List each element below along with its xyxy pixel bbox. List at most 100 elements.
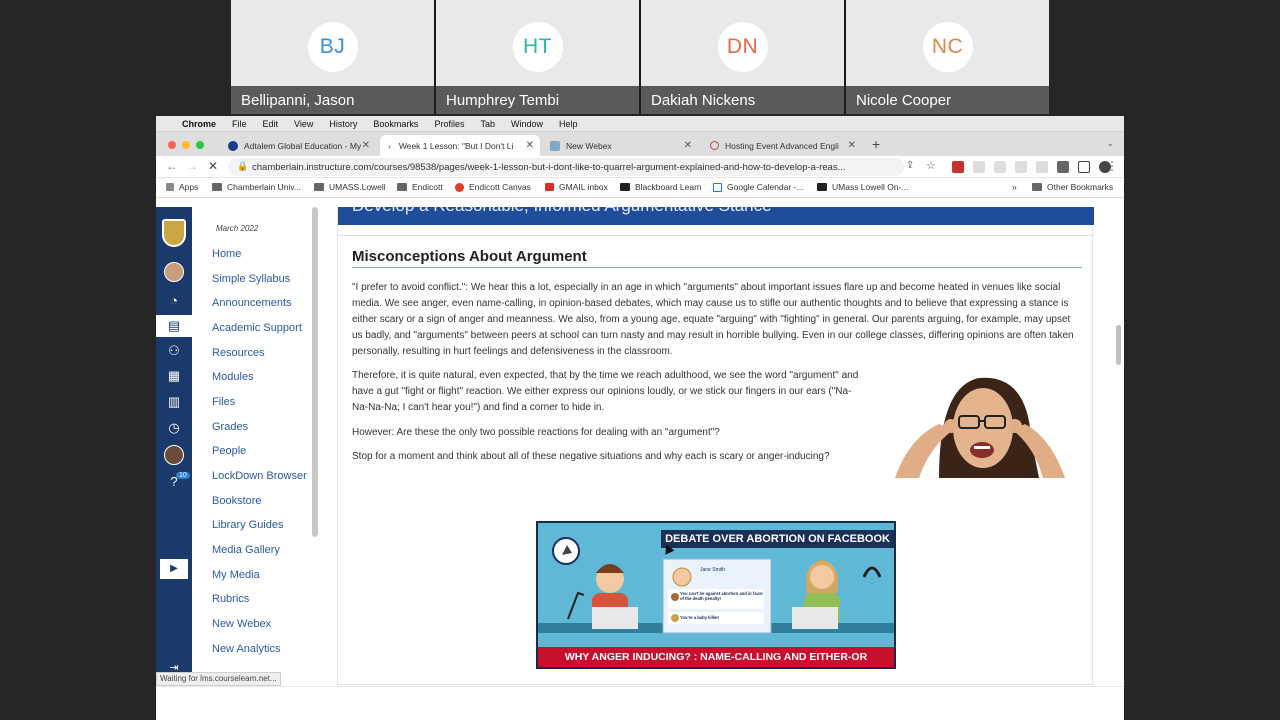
close-icon[interactable]: ✕ <box>526 140 534 151</box>
tab-adtalem[interactable]: Adtalem Global Education - My ✕ <box>220 135 376 156</box>
back-icon[interactable]: ← <box>166 159 178 173</box>
address-bar[interactable]: 🔒 chamberlain.instructure.com/courses/98… <box>228 158 904 176</box>
star-icon[interactable]: ☆ <box>926 159 936 172</box>
tab-search-chevron-icon[interactable]: ⌄ <box>1106 138 1114 149</box>
bookmarks-overflow-button[interactable]: » <box>1012 182 1017 192</box>
courses-icon[interactable]: ▤ <box>165 317 183 335</box>
history-clock-icon[interactable]: ◷ <box>165 419 183 437</box>
folder-icon <box>212 183 222 191</box>
course-nav-new-analytics[interactable]: New Analytics <box>212 643 280 655</box>
infographic-caption: WHY ANGER INDUCING? : NAME-CALLING AND E… <box>538 647 894 667</box>
forward-icon[interactable]: → <box>186 159 198 173</box>
share-icon[interactable]: ⇪ <box>906 160 914 171</box>
course-nav-media-gallery[interactable]: Media Gallery <box>212 544 280 556</box>
extension-icon[interactable] <box>973 161 985 173</box>
course-nav-home[interactable]: Home <box>212 248 241 260</box>
course-nav-scrollbar[interactable] <box>312 207 318 537</box>
menu-window[interactable]: Window <box>511 119 543 129</box>
canvas-logo-icon <box>455 182 464 192</box>
play-icon[interactable]: ▶ <box>160 559 188 579</box>
menu-history[interactable]: History <box>329 119 357 129</box>
menu-view[interactable]: View <box>294 119 313 129</box>
menu-edit[interactable]: Edit <box>263 119 279 129</box>
mac-menu-bar: Chrome File Edit View History Bookmarks … <box>156 116 1124 132</box>
banner-title: Develop a Reasonable, Informed Argumenta… <box>352 207 772 216</box>
new-tab-button[interactable]: + <box>872 136 880 152</box>
calendar-icon <box>713 182 722 192</box>
adtalem-favicon-icon <box>228 140 238 151</box>
course-nav-lockdown-browser[interactable]: LockDown Browser <box>212 470 307 482</box>
course-nav-rubrics[interactable]: Rubrics <box>212 593 249 605</box>
close-icon[interactable]: ✕ <box>684 140 692 151</box>
extension-icon[interactable] <box>1036 161 1048 173</box>
profile-avatar[interactable] <box>164 445 184 465</box>
participant-tile[interactable]: BJ Bellipanni, Jason <box>231 0 434 114</box>
account-avatar[interactable] <box>164 262 184 282</box>
close-window-button[interactable] <box>168 141 176 149</box>
tab-new-webex[interactable]: New Webex ✕ <box>542 135 698 156</box>
more-menu-icon[interactable]: ⋮ <box>1106 159 1118 173</box>
loading-icon: › <box>388 140 391 151</box>
course-nav-academic-support[interactable]: Academic Support <box>212 322 302 334</box>
dashboard-icon[interactable]: ◔ <box>165 292 183 310</box>
participant-tile[interactable]: DN Dakiah Nickens <box>641 0 844 114</box>
bookmark-umass-online[interactable]: UMass Lowell On-... <box>817 182 909 192</box>
course-nav-modules[interactable]: Modules <box>212 371 254 383</box>
bookmark-umass-lowell[interactable]: UMASS.Lowell <box>314 182 386 192</box>
menu-profiles[interactable]: Profiles <box>434 119 464 129</box>
maximize-window-button[interactable] <box>196 141 204 149</box>
infographic-comment: You can't be against abortion and in fav… <box>680 591 764 601</box>
bookmark-apps[interactable]: Apps <box>166 182 198 192</box>
course-nav-people[interactable]: People <box>212 445 246 457</box>
close-icon[interactable]: ✕ <box>362 140 370 151</box>
bookmark-google-calendar[interactable]: Google Calendar -... <box>713 182 804 192</box>
bookmark-gmail[interactable]: GMAIL inbox <box>545 182 608 192</box>
course-nav-new-webex[interactable]: New Webex <box>212 618 271 630</box>
tab-hosting-event[interactable]: Hosting Event Advanced Engli ✕ <box>702 135 862 156</box>
participant-tile[interactable]: HT Humphrey Tembi <box>436 0 639 114</box>
groups-icon[interactable]: ⚇ <box>165 342 183 360</box>
participant-tile[interactable]: NC Nicole Cooper <box>846 0 1049 114</box>
tab-strip: Adtalem Global Education - My ✕ › Week 1… <box>156 132 1124 156</box>
extension-icon[interactable] <box>952 161 964 173</box>
page-content: Develop a Reasonable, Informed Argumenta… <box>337 207 1094 685</box>
bookmark-endicott[interactable]: Endicott <box>397 182 443 192</box>
course-nav-grades[interactable]: Grades <box>212 421 248 433</box>
stop-loading-icon[interactable]: ✕ <box>208 159 218 173</box>
calendar-icon[interactable]: ▦ <box>165 367 183 385</box>
extension-icon[interactable] <box>1015 161 1027 173</box>
tab-week1-lesson[interactable]: › Week 1 Lesson: "But I Don't Li ✕ <box>380 135 540 156</box>
bookmark-other[interactable]: Other Bookmarks <box>1032 182 1113 192</box>
bookmark-endicott-canvas[interactable]: Endicott Canvas <box>455 182 531 192</box>
menu-bookmarks[interactable]: Bookmarks <box>373 119 418 129</box>
bookmark-chamberlain[interactable]: Chamberlain Univ... <box>212 182 301 192</box>
apps-grid-icon <box>166 183 174 191</box>
course-nav-simple-syllabus[interactable]: Simple Syllabus <box>212 273 290 285</box>
avatar: HT <box>512 22 563 72</box>
debate-infographic[interactable]: DEBATE OVER ABORTION ON FACEBOOK Jane Sm… <box>536 521 896 669</box>
menu-file[interactable]: File <box>232 119 247 129</box>
page-scrollbar[interactable] <box>1116 325 1121 365</box>
course-nav-resources[interactable]: Resources <box>212 347 265 359</box>
puzzle-icon[interactable] <box>1057 161 1069 173</box>
webex-favicon-icon <box>550 140 560 151</box>
inbox-icon[interactable]: ▥ <box>165 393 183 411</box>
course-nav-files[interactable]: Files <box>212 396 235 408</box>
course-nav-bookstore[interactable]: Bookstore <box>212 495 262 507</box>
minimize-window-button[interactable] <box>182 141 190 149</box>
browser-window: Chrome File Edit View History Bookmarks … <box>156 116 1124 720</box>
course-nav-my-media[interactable]: My Media <box>212 569 260 581</box>
course-nav-announcements[interactable]: Announcements <box>212 297 292 309</box>
menu-app-name[interactable]: Chrome <box>182 119 216 129</box>
umass-icon <box>817 183 827 191</box>
notification-badge: 10 <box>176 472 190 479</box>
bookmark-blackboard[interactable]: Blackboard Learn <box>620 182 702 192</box>
menu-help[interactable]: Help <box>559 119 578 129</box>
course-nav-library-guides[interactable]: Library Guides <box>212 519 284 531</box>
close-icon[interactable]: ✕ <box>848 140 856 151</box>
content-card: Misconceptions About Argument "I prefer … <box>338 235 1094 685</box>
school-logo-icon[interactable] <box>162 219 186 247</box>
extension-icon[interactable] <box>994 161 1006 173</box>
menu-tab[interactable]: Tab <box>480 119 495 129</box>
sidebar-icon[interactable] <box>1078 161 1090 173</box>
